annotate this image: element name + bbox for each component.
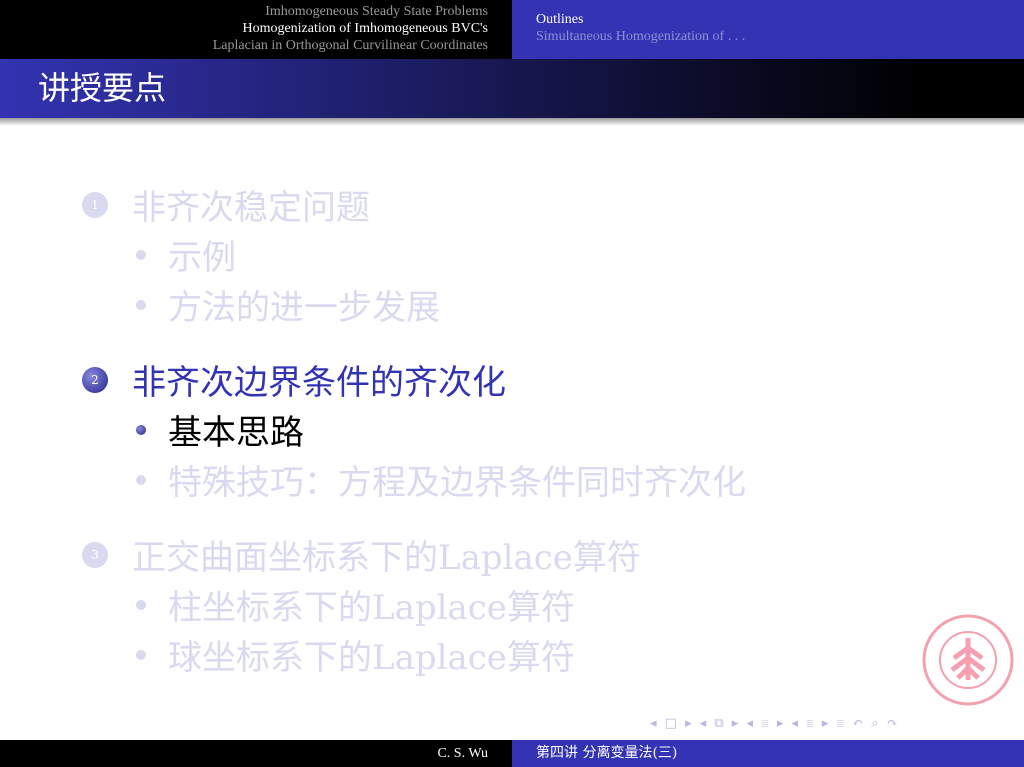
- bullet-icon: [136, 599, 146, 610]
- bullet-icon: [136, 424, 146, 435]
- footer-author: C. S. Wu: [0, 740, 512, 767]
- section-title: 非齐次稳定问题: [132, 188, 370, 228]
- outline-item-current[interactable]: 基本思路: [136, 405, 304, 454]
- section-link-current[interactable]: Homogenization of Imhomogeneous BVC's: [0, 20, 488, 37]
- section-number: 1: [82, 191, 108, 218]
- item-label: 示例: [168, 238, 236, 278]
- footer: C. S. Wu 第四讲 分离变量法(三): [0, 740, 1024, 767]
- footer-title: 第四讲 分离变量法(三): [512, 740, 1024, 767]
- peking-university-seal-icon: [922, 614, 1014, 706]
- outline-item[interactable]: 特殊技巧：方程及边界条件同时齐次化: [136, 455, 746, 504]
- beamer-navigation[interactable]: ◂ □ ▸ ◂ ⧉ ▸ ◂ ≣ ▸ ◂ ≣ ▸ ≣ ↶ ⌕ ↷: [650, 716, 900, 731]
- outline-item[interactable]: 方法的进一步发展: [136, 280, 440, 329]
- section-number: 2: [82, 366, 108, 393]
- header: Imhomogeneous Steady State Problems Homo…: [0, 0, 1024, 59]
- bullet-icon: [136, 299, 146, 310]
- outline-item[interactable]: 示例: [136, 230, 236, 279]
- bullet-icon: [136, 649, 146, 660]
- section-number: 3: [82, 541, 108, 568]
- frame-title: 讲授要点: [0, 59, 1024, 118]
- section-link[interactable]: Imhomogeneous Steady State Problems: [0, 3, 488, 20]
- item-label: 球坐标系下的Laplace算符: [168, 638, 575, 678]
- outline-item[interactable]: 柱坐标系下的Laplace算符: [136, 580, 575, 629]
- subsection-link[interactable]: Simultaneous Homogenization of . . .: [536, 28, 1024, 45]
- item-label: 特殊技巧：方程及边界条件同时齐次化: [168, 463, 746, 503]
- item-label: 基本思路: [168, 413, 304, 453]
- outline-section-1[interactable]: 1 非齐次稳定问题: [82, 180, 370, 229]
- section-nav: Imhomogeneous Steady State Problems Homo…: [0, 0, 512, 59]
- section-title: 正交曲面坐标系下的Laplace算符: [132, 538, 641, 578]
- item-label: 方法的进一步发展: [168, 288, 440, 328]
- item-label: 柱坐标系下的Laplace算符: [168, 588, 575, 628]
- bullet-icon: [136, 474, 146, 485]
- section-title: 非齐次边界条件的齐次化: [132, 363, 506, 403]
- subsection-nav: Outlines Simultaneous Homogenization of …: [512, 0, 1024, 59]
- outline-section-3[interactable]: 3 正交曲面坐标系下的Laplace算符: [82, 530, 641, 579]
- bullet-icon: [136, 249, 146, 260]
- subsection-link-current[interactable]: Outlines: [536, 11, 1024, 28]
- section-link[interactable]: Laplacian in Orthogonal Curvilinear Coor…: [0, 37, 488, 54]
- outline-item[interactable]: 球坐标系下的Laplace算符: [136, 630, 575, 679]
- title-shadow: [0, 118, 1024, 126]
- outline-section-2[interactable]: 2 非齐次边界条件的齐次化: [82, 355, 506, 404]
